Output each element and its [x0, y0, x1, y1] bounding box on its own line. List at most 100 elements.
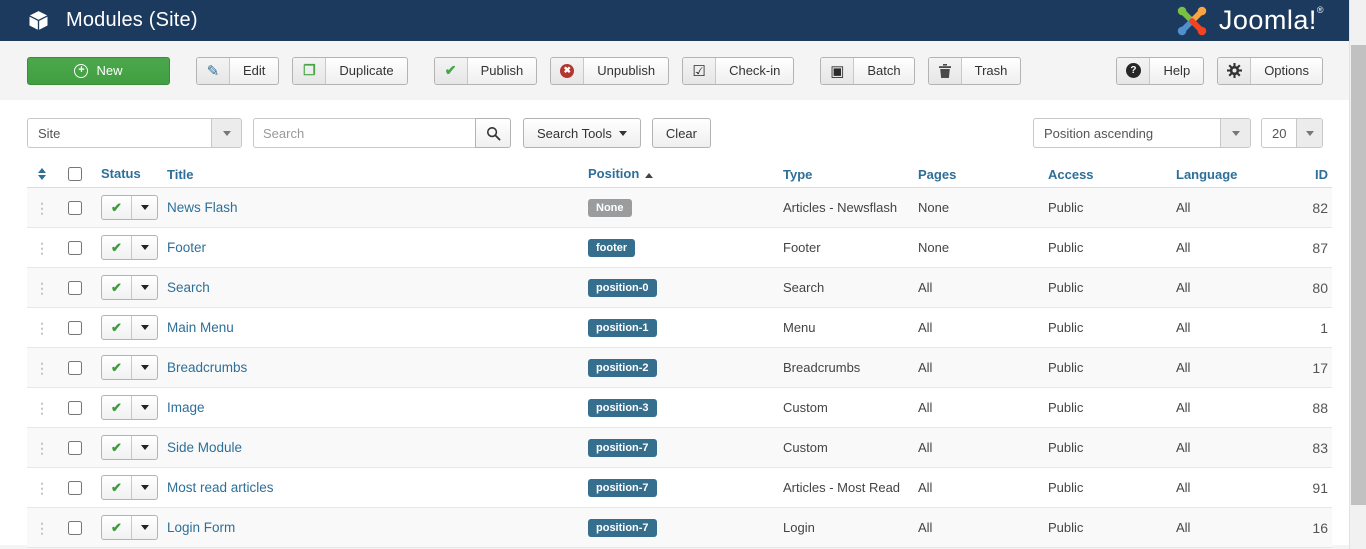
- drag-handle-icon[interactable]: ⋮: [35, 321, 49, 335]
- language-cell: All: [1176, 240, 1191, 255]
- drag-handle-icon[interactable]: ⋮: [35, 201, 49, 215]
- language-cell: All: [1176, 360, 1191, 375]
- position-badge: position-0: [588, 278, 657, 298]
- row-checkbox[interactable]: [68, 480, 82, 495]
- status-published-icon[interactable]: ✔: [102, 516, 131, 539]
- publish-button[interactable]: ✔ Publish: [433, 56, 538, 85]
- search-tools-button[interactable]: Search Tools: [523, 118, 641, 148]
- drag-handle-icon[interactable]: ⋮: [35, 521, 49, 535]
- clear-button[interactable]: Clear: [651, 118, 711, 148]
- status-published-icon[interactable]: ✔: [102, 396, 131, 419]
- joomla-logo: Joomla!®: [1173, 2, 1324, 40]
- drag-handle-icon[interactable]: ⋮: [35, 281, 49, 295]
- access-cell: Public: [1048, 200, 1084, 215]
- status-dropdown-button[interactable]: [131, 396, 157, 419]
- drag-handle-icon[interactable]: ⋮: [35, 481, 49, 495]
- status-dropdown-button[interactable]: [131, 356, 157, 379]
- status-dropdown-button[interactable]: [131, 476, 157, 499]
- drag-handle-icon[interactable]: ⋮: [35, 241, 49, 255]
- filter-bar: Site Search Tools Clear Position ascendi…: [0, 100, 1349, 148]
- vertical-scrollbar[interactable]: [1349, 0, 1366, 549]
- drag-handle-icon[interactable]: ⋮: [35, 361, 49, 375]
- status-dropdown-button[interactable]: [131, 236, 157, 259]
- header-title[interactable]: Title: [167, 167, 194, 182]
- module-title-link[interactable]: Side Module: [167, 440, 242, 455]
- module-title-link[interactable]: News Flash: [167, 200, 238, 215]
- language-cell: All: [1176, 320, 1191, 335]
- pages-cell: All: [918, 280, 933, 295]
- status-dropdown-button[interactable]: [131, 316, 157, 339]
- edit-button-label: Edit: [243, 63, 266, 78]
- status-button-group: ✔: [101, 275, 158, 300]
- chevron-down-icon: [1220, 119, 1250, 147]
- module-title-link[interactable]: Image: [167, 400, 205, 415]
- row-checkbox[interactable]: [68, 200, 82, 215]
- row-checkbox[interactable]: [68, 320, 82, 335]
- status-published-icon[interactable]: ✔: [102, 196, 131, 219]
- header-id[interactable]: ID: [1315, 167, 1328, 182]
- access-cell: Public: [1048, 480, 1084, 495]
- row-checkbox[interactable]: [68, 240, 82, 255]
- joomla-logo-text: Joomla!®: [1218, 5, 1324, 35]
- status-dropdown-button[interactable]: [131, 196, 157, 219]
- row-checkbox[interactable]: [68, 360, 82, 375]
- search-input[interactable]: [253, 118, 475, 148]
- header-type[interactable]: Type: [783, 167, 812, 182]
- edit-button[interactable]: ✎ Edit: [196, 56, 280, 85]
- row-checkbox[interactable]: [68, 520, 82, 535]
- options-button-label: Options: [1264, 63, 1309, 78]
- module-title-link[interactable]: Main Menu: [167, 320, 234, 335]
- duplicate-button[interactable]: ❐ Duplicate: [292, 56, 408, 85]
- checkin-button[interactable]: ☑ Check-in: [682, 56, 795, 85]
- drag-handle-icon[interactable]: ⋮: [35, 441, 49, 455]
- header-access[interactable]: Access: [1048, 167, 1094, 182]
- unpublish-button[interactable]: ✖ Unpublish: [550, 56, 670, 85]
- module-title-link[interactable]: Login Form: [167, 520, 235, 535]
- status-dropdown-button[interactable]: [131, 436, 157, 459]
- trash-button-label: Trash: [974, 63, 1008, 78]
- module-title-link[interactable]: Search: [167, 280, 210, 295]
- status-dropdown-button[interactable]: [131, 276, 157, 299]
- help-icon: ?: [1117, 57, 1151, 84]
- header-position[interactable]: Position: [588, 166, 639, 181]
- type-cell: Custom: [783, 400, 828, 415]
- id-cell: 91: [1312, 479, 1328, 496]
- table-row: ⋮ ✔ Most read articles position-7 Articl…: [27, 468, 1332, 508]
- module-title-link[interactable]: Breadcrumbs: [167, 360, 247, 375]
- options-button[interactable]: Options: [1217, 56, 1323, 85]
- row-checkbox[interactable]: [68, 440, 82, 455]
- toolbar: + New ✎ Edit ❐ Duplicate ✔ Publish ✖ Unp…: [0, 41, 1349, 100]
- status-dropdown-button[interactable]: [131, 516, 157, 539]
- status-published-icon[interactable]: ✔: [102, 276, 131, 299]
- position-badge: position-3: [588, 398, 657, 418]
- table-row: ⋮ ✔ Login Form position-7 Login All Publ…: [27, 508, 1332, 548]
- ordering-sort-icon[interactable]: [38, 168, 46, 180]
- status-published-icon[interactable]: ✔: [102, 356, 131, 379]
- publish-button-label: Publish: [480, 63, 524, 78]
- status-published-icon[interactable]: ✔: [102, 436, 131, 459]
- select-all-checkbox[interactable]: [68, 167, 82, 181]
- help-button[interactable]: ? Help: [1116, 56, 1205, 85]
- id-cell: 1: [1320, 319, 1328, 336]
- row-checkbox[interactable]: [68, 400, 82, 415]
- module-title-link[interactable]: Most read articles: [167, 480, 274, 495]
- header-language[interactable]: Language: [1176, 167, 1237, 182]
- module-title-link[interactable]: Footer: [167, 240, 206, 255]
- module-cube-icon: [27, 9, 50, 32]
- new-button[interactable]: + New: [27, 56, 170, 85]
- status-published-icon[interactable]: ✔: [102, 316, 131, 339]
- site-filter-select[interactable]: Site: [27, 118, 242, 148]
- search-submit-button[interactable]: [475, 118, 511, 148]
- language-cell: All: [1176, 200, 1191, 215]
- header-pages[interactable]: Pages: [918, 167, 956, 182]
- status-published-icon[interactable]: ✔: [102, 236, 131, 259]
- scrollbar-thumb[interactable]: [1351, 45, 1366, 505]
- sort-order-select[interactable]: Position ascending: [1033, 118, 1251, 148]
- row-checkbox[interactable]: [68, 280, 82, 295]
- drag-handle-icon[interactable]: ⋮: [35, 401, 49, 415]
- batch-button[interactable]: ▣ Batch: [820, 56, 915, 85]
- trash-button[interactable]: Trash: [927, 56, 1022, 85]
- status-published-icon[interactable]: ✔: [102, 476, 131, 499]
- list-limit-select[interactable]: 20: [1261, 118, 1323, 148]
- header-status[interactable]: Status: [101, 166, 141, 181]
